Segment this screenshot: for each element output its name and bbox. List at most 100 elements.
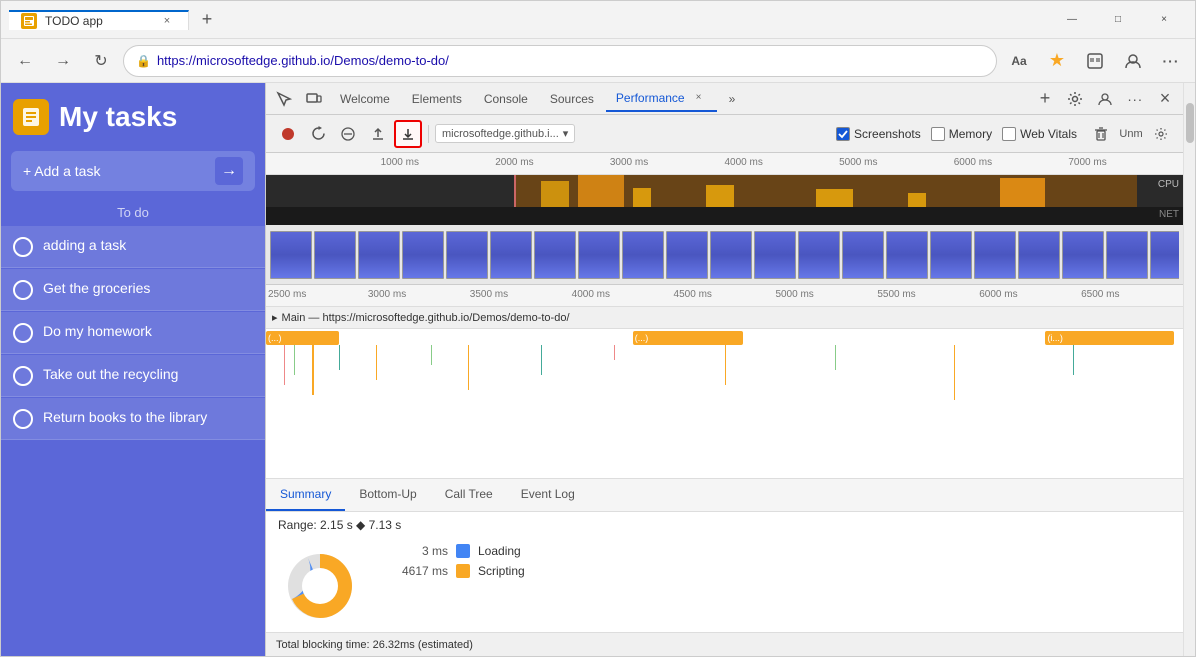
collections-button[interactable] <box>1079 45 1111 77</box>
tab-console[interactable]: Console <box>474 88 538 110</box>
screenshot-thumb[interactable] <box>358 231 400 279</box>
minimize-button[interactable]: — <box>1049 1 1095 39</box>
lock-icon: 🔒 <box>136 54 151 68</box>
screenshot-thumb[interactable] <box>446 231 488 279</box>
detail-mark-3500: 3500 ms <box>470 289 508 300</box>
loading-color-swatch <box>456 544 470 558</box>
maximize-button[interactable]: □ <box>1095 1 1141 39</box>
vertical-scrollbar[interactable] <box>1183 83 1195 656</box>
screenshot-thumb[interactable] <box>798 231 840 279</box>
screenshot-thumb[interactable] <box>578 231 620 279</box>
url-filter-dropdown[interactable]: ▾ <box>563 127 569 140</box>
screenshot-thumb[interactable] <box>314 231 356 279</box>
summary-pie-chart <box>278 544 378 624</box>
task-checkbox[interactable] <box>13 280 33 300</box>
read-aloud-button[interactable]: Aa <box>1003 45 1035 77</box>
task-checkbox[interactable] <box>13 237 33 257</box>
task-checkbox[interactable] <box>13 323 33 343</box>
flame-chart[interactable]: (...) (...) (i...) <box>266 329 1183 478</box>
performance-content: 1000 ms 2000 ms 3000 ms 4000 ms 5000 ms … <box>266 153 1183 656</box>
task-checkbox[interactable] <box>13 409 33 429</box>
memory-checkbox[interactable] <box>931 127 945 141</box>
forward-button[interactable]: → <box>47 45 79 77</box>
screenshot-thumb[interactable] <box>490 231 532 279</box>
tab-welcome[interactable]: Welcome <box>330 88 400 110</box>
main-area: My tasks + Add a task → To do adding a t… <box>1 83 1195 656</box>
screenshot-thumb[interactable] <box>1106 231 1148 279</box>
tab-sources[interactable]: Sources <box>540 88 604 110</box>
screenshot-thumb[interactable] <box>622 231 664 279</box>
status-bar: Total blocking time: 26.32ms (estimated) <box>266 632 1183 656</box>
flame-line <box>954 345 955 400</box>
list-item[interactable]: Get the groceries <box>1 269 265 311</box>
net-overview[interactable]: NET <box>266 207 1183 225</box>
screenshots-checkbox[interactable] <box>836 127 850 141</box>
screenshot-thumb[interactable] <box>1018 231 1060 279</box>
scripting-value: 4617 ms <box>398 564 448 578</box>
record-button[interactable] <box>274 120 302 148</box>
screenshot-thumb[interactable] <box>710 231 752 279</box>
list-item[interactable]: adding a task <box>1 226 265 268</box>
import-button[interactable] <box>394 120 422 148</box>
screenshot-thumb[interactable] <box>534 231 576 279</box>
clear-recording-button[interactable] <box>334 120 362 148</box>
screenshot-thumb[interactable] <box>402 231 444 279</box>
task-checkbox[interactable] <box>13 366 33 386</box>
screenshot-thumb[interactable] <box>930 231 972 279</box>
list-item[interactable]: Do my homework <box>1 312 265 354</box>
tab-performance[interactable]: Performance × <box>606 86 717 112</box>
tab-more[interactable]: » <box>719 88 746 110</box>
list-item[interactable]: Return books to the library <box>1 398 265 440</box>
flame-line <box>376 345 377 380</box>
device-emulation-button[interactable] <box>300 85 328 113</box>
screenshots-strip: // will render via JS below <box>266 225 1183 285</box>
screenshot-thumb[interactable] <box>754 231 796 279</box>
delete-recording-button[interactable] <box>1087 120 1115 148</box>
browser-menu-button[interactable]: ··· <box>1155 45 1187 77</box>
screenshot-thumb[interactable] <box>974 231 1016 279</box>
inspect-element-button[interactable] <box>270 85 298 113</box>
close-devtools-button[interactable]: × <box>1151 85 1179 113</box>
add-tab-button[interactable]: + <box>1031 85 1059 113</box>
list-item[interactable]: Take out the recycling <box>1 355 265 397</box>
web-vitals-checkbox[interactable] <box>1002 127 1016 141</box>
flame-bar: (...) <box>266 331 339 345</box>
browser-tab[interactable]: TODO app × <box>9 10 189 30</box>
refresh-button[interactable]: ↻ <box>85 45 117 77</box>
screenshot-thumb[interactable] <box>666 231 708 279</box>
expand-icon[interactable]: ▸ <box>272 311 278 324</box>
add-task-button[interactable]: + Add a task → <box>11 151 255 191</box>
tab-close-btn[interactable]: × <box>158 12 176 30</box>
new-tab-button[interactable]: + <box>189 2 225 38</box>
perf-settings-button[interactable] <box>1147 120 1175 148</box>
tab-summary[interactable]: Summary <box>266 479 345 511</box>
tab-bottom-up[interactable]: Bottom-Up <box>345 479 430 511</box>
screenshot-thumb[interactable] <box>270 231 312 279</box>
performance-tab-close[interactable]: × <box>691 90 707 106</box>
url-filter-input[interactable]: microsoftedge.github.i... ▾ <box>435 124 575 143</box>
screenshot-thumb[interactable] <box>1062 231 1104 279</box>
screenshot-thumb[interactable] <box>842 231 884 279</box>
reload-record-button[interactable] <box>304 120 332 148</box>
screenshot-thumb[interactable] <box>1150 231 1179 279</box>
unmute-button[interactable]: Unm <box>1117 120 1145 148</box>
devtools-more-button[interactable]: ··· <box>1121 85 1149 113</box>
devtools-settings-button[interactable] <box>1061 85 1089 113</box>
tab-elements[interactable]: Elements <box>402 88 472 110</box>
status-text: Total blocking time: 26.32ms (estimated) <box>276 639 473 651</box>
url-input[interactable]: 🔒 https://microsoftedge.github.io/Demos/… <box>123 45 997 77</box>
screenshot-thumb[interactable] <box>886 231 928 279</box>
task-text: Do my homework <box>43 322 152 342</box>
profile-button[interactable] <box>1117 45 1149 77</box>
detail-ruler: 2500 ms 3000 ms 3500 ms 4000 ms 4500 ms … <box>266 285 1183 307</box>
export-button[interactable] <box>364 120 392 148</box>
favorites-button[interactable]: ★ <box>1041 45 1073 77</box>
back-button[interactable]: ← <box>9 45 41 77</box>
tab-event-log[interactable]: Event Log <box>507 479 589 511</box>
close-button[interactable]: × <box>1141 1 1187 39</box>
scrollbar-thumb[interactable] <box>1186 103 1194 143</box>
cpu-overview[interactable]: CPU <box>266 175 1183 207</box>
flame-line <box>541 345 542 375</box>
devtools-account-button[interactable] <box>1091 85 1119 113</box>
tab-call-tree[interactable]: Call Tree <box>431 479 507 511</box>
